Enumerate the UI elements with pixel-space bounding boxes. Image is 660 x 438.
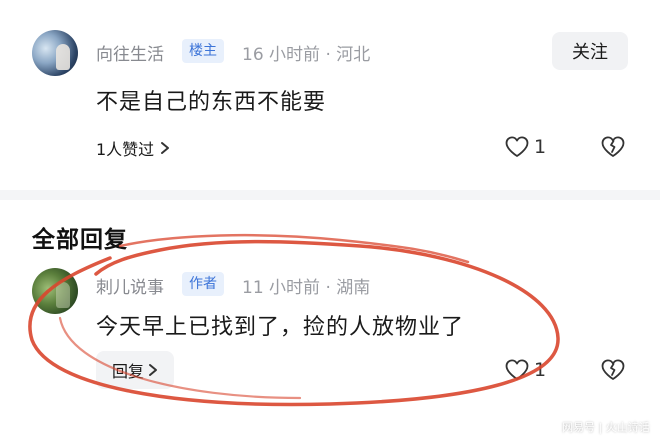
follow-button[interactable]: 关注: [552, 32, 628, 70]
avatar[interactable]: [32, 268, 78, 314]
section-divider: [0, 190, 660, 200]
chevron-right-icon: [160, 141, 170, 155]
like-button[interactable]: [504, 135, 530, 159]
broken-heart-icon: [601, 136, 625, 157]
comment-text: 不是自己的东西不能要: [96, 90, 327, 115]
dislike-button[interactable]: [600, 135, 626, 159]
reply-button[interactable]: 回复: [96, 351, 174, 389]
section-title: 全部回复: [32, 227, 128, 253]
chevron-right-icon: [148, 363, 158, 377]
likes-link-label: 1人赞过: [96, 140, 155, 159]
like-count: 1: [534, 359, 547, 381]
heart-icon: [505, 359, 529, 380]
username[interactable]: 刺儿说事: [96, 273, 164, 298]
like-button[interactable]: [504, 358, 530, 382]
heart-icon: [505, 136, 529, 157]
comment-meta: 16 小时前 · 河北: [242, 45, 371, 65]
avatar[interactable]: [32, 30, 78, 76]
author-badge: 楼主: [182, 39, 224, 63]
dislike-button[interactable]: [600, 358, 626, 382]
likes-link[interactable]: 1人赞过: [96, 136, 170, 160]
like-count: 1: [534, 136, 547, 158]
watermark: 网易号 | 火山诗话: [562, 421, 650, 434]
comment-meta: 11 小时前 · 湖南: [242, 278, 371, 298]
username[interactable]: 向往生活: [96, 40, 164, 65]
broken-heart-icon: [601, 359, 625, 380]
author-badge: 作者: [182, 272, 224, 296]
reply-button-label: 回复: [111, 362, 144, 381]
reply-text: 今天早上已找到了，捡的人放物业了: [96, 315, 465, 340]
